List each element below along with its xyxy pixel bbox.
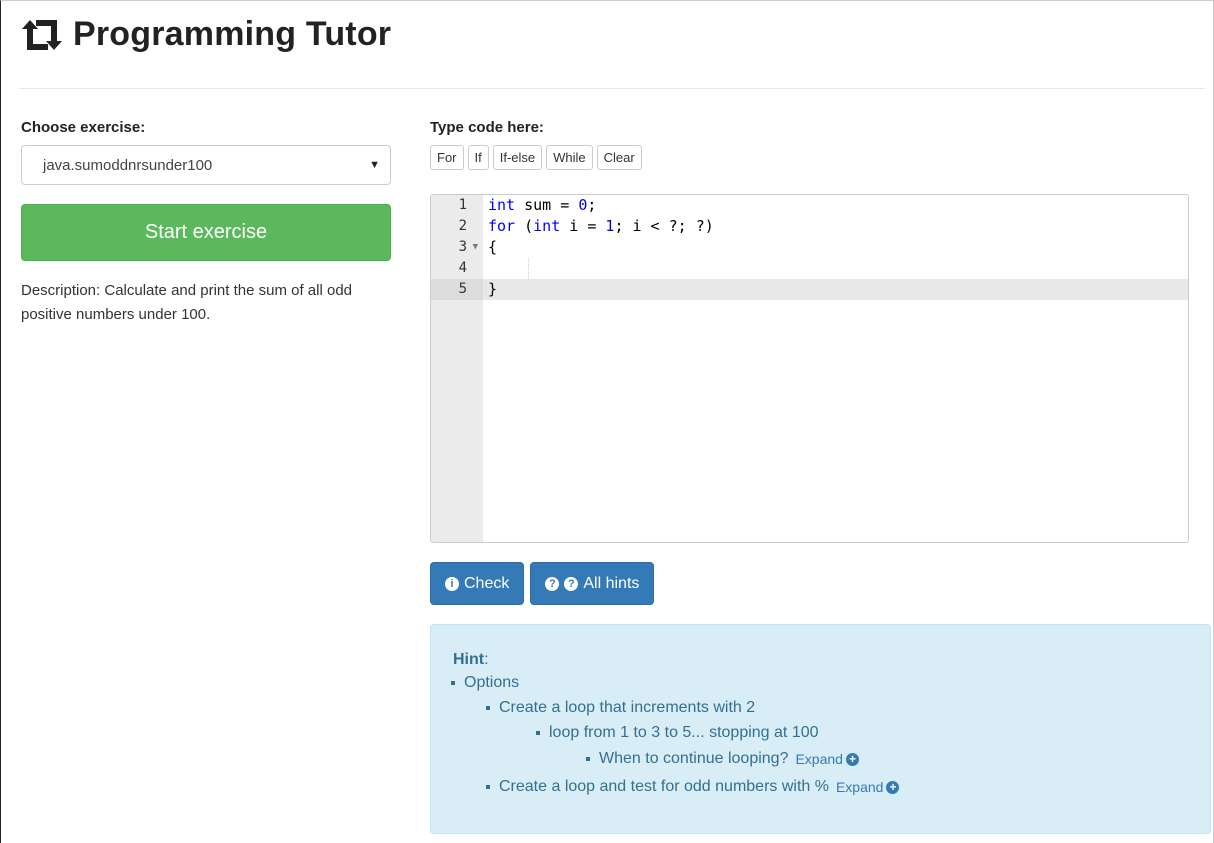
snippet-if-button[interactable]: If [467,145,489,170]
action-buttons: i Check ? ? All hints [430,562,655,605]
question-icon: ? [545,576,560,591]
all-hints-button-label: All hints [583,574,640,592]
hint-item: Options [451,674,519,692]
code-line-active: } [483,279,1188,300]
editor-content[interactable]: int sum = 0; for (int i = 1; i < ?; ?) {… [483,195,1188,542]
start-exercise-button[interactable]: Start exercise [21,204,391,261]
bullet-icon [486,706,490,710]
code-line: { [488,238,498,256]
check-button[interactable]: i Check [430,562,525,605]
info-icon: i [445,576,459,591]
expand-link[interactable]: Expand + [836,779,900,795]
snippet-toolbar: For If If-else While Clear [430,145,642,170]
page: Programming Tutor Choose exercise: java.… [0,0,1214,843]
exercise-select[interactable]: java.sumoddnrsunder100 ▼ [21,145,391,185]
hint-title: Hint: [453,651,489,668]
hint-panel: Hint: Options Create a loop that increme… [430,624,1211,834]
bullet-icon [486,785,490,789]
hint-item: loop from 1 to 3 to 5... stopping at 100 [536,724,819,742]
plus-circle-icon: + [845,752,859,766]
line-number: 3 ▼ [431,237,483,258]
bullet-icon [586,757,590,761]
editor-gutter: 1 2 3 ▼ 4 5 [431,195,483,542]
caret-down-icon: ▼ [369,159,380,171]
line-number: 4 [458,260,467,276]
header-divider [19,88,1205,89]
hint-item: Create a loop that increments with 2 [486,699,755,717]
bullet-icon [451,681,455,685]
fold-toggle-icon[interactable]: ▼ [473,237,478,258]
question-icon: ? [564,576,579,591]
retweet-icon [22,19,62,50]
indent-guide [528,258,529,279]
check-button-label: Check [464,574,510,592]
expand-link[interactable]: Expand + [795,751,859,767]
plus-circle-icon: + [886,780,900,794]
snippet-if-else-button[interactable]: If-else [492,145,543,170]
header: Programming Tutor [19,15,391,54]
exercise-panel: Choose exercise: java.sumoddnrsunder100 … [21,119,391,327]
code-line: for (int i = 1; i < ?; ?) [488,217,714,235]
code-panel: Type code here: For If If-else While Cle… [430,119,642,170]
hint-item: Create a loop and test for odd numbers w… [486,778,900,796]
type-code-label: Type code here: [430,119,544,136]
page-title: Programming Tutor [73,15,392,53]
snippet-while-button[interactable]: While [546,145,593,170]
bullet-icon [536,731,540,735]
choose-exercise-label: Choose exercise: [21,119,146,136]
line-number: 1 [458,197,467,213]
exercise-description: Description: Calculate and print the sum… [21,282,353,323]
line-number: 2 [458,218,467,234]
clear-button[interactable]: Clear [596,145,642,170]
exercise-select-value: java.sumoddnrsunder100 [43,156,213,174]
snippet-for-button[interactable]: For [430,145,464,170]
code-editor[interactable]: 1 2 3 ▼ 4 5 int sum = 0; for (int i = 1; … [430,194,1189,543]
code-line: int sum = 0; [488,196,597,214]
hint-item: When to continue looping? Expand + [586,750,859,768]
line-number: 5 [431,279,483,300]
all-hints-button[interactable]: ? ? All hints [530,562,655,605]
